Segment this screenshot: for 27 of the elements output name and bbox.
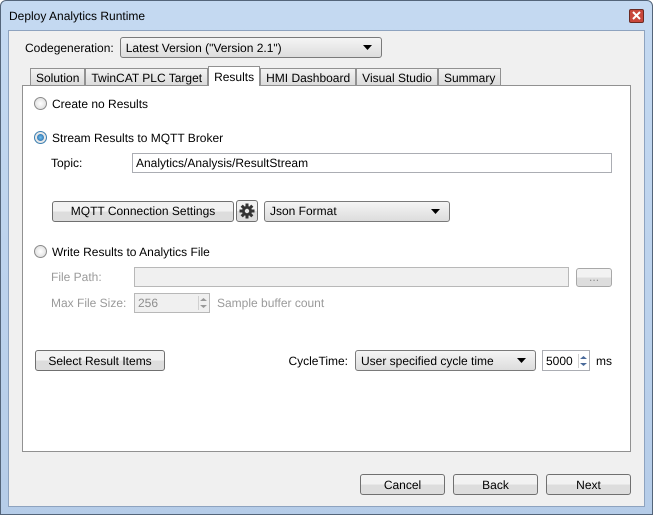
window-title: Deploy Analytics Runtime <box>8 8 146 22</box>
topic-field[interactable]: Analytics/Analysis/ResultStream <box>132 153 612 173</box>
radio-label: Create no Results <box>52 96 148 110</box>
cycle-time-dropdown[interactable]: User specified cycle time <box>355 350 536 371</box>
codegeneration-dropdown[interactable]: Latest Version ("Version 2.1") <box>120 37 382 58</box>
tab[interactable]: Visual Studio <box>356 68 438 85</box>
field-label: Codegeneration: <box>24 40 114 54</box>
tab[interactable]: Solution <box>30 68 86 85</box>
cycle-time-spinner[interactable]: 5000 <box>542 350 590 371</box>
select-result-items-button[interactable]: Select Result Items <box>35 350 165 371</box>
dialog-button[interactable]: Next <box>546 474 631 495</box>
tab[interactable]: TwinCAT PLC Target <box>85 68 208 85</box>
mqtt-settings-button[interactable]: MQTT Connection Settings <box>52 200 234 222</box>
field-label: Topic: <box>50 156 84 170</box>
dialog-button[interactable]: Cancel <box>360 474 445 495</box>
radio-label: Stream Results to MQTT Broker <box>52 130 224 144</box>
dialog-button[interactable]: Back <box>453 474 538 495</box>
unit-label: ms <box>596 354 612 368</box>
tab[interactable]: Results <box>208 66 260 86</box>
field-label: Max File Size: <box>50 296 128 310</box>
field-label: File Path: <box>50 270 103 284</box>
tab[interactable]: Summary <box>438 68 502 85</box>
tab[interactable]: HMI Dashboard <box>260 68 356 85</box>
radio-label: Write Results to Analytics File <box>52 244 210 258</box>
field-label: CycleTime: <box>288 354 348 368</box>
unit-label: Sample buffer count <box>217 296 324 310</box>
format-dropdown[interactable]: Json Format <box>264 200 450 222</box>
